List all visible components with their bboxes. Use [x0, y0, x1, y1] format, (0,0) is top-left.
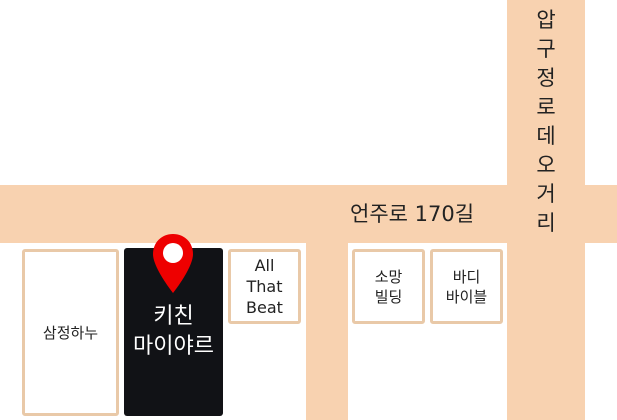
road-label-char: 압: [536, 8, 556, 32]
road-label-char: 정: [536, 66, 556, 90]
building-samjeong-hanu: 삼정하누: [22, 249, 119, 416]
building-all-that-beat: All That Beat: [228, 249, 301, 324]
road-label-apgujeong: 압 구 정 로 데 오 거 리: [528, 6, 564, 238]
building-label: 소망 빌딩: [374, 267, 403, 306]
building-label: 삼정하누: [42, 323, 99, 342]
building-somang: 소망 빌딩: [352, 249, 425, 324]
road-label-eonju: 언주로 170길: [350, 202, 475, 226]
road-side-alley: [306, 243, 348, 420]
building-body-bible: 바디 바이블: [430, 249, 503, 324]
building-label: All That Beat: [246, 256, 283, 317]
road-label-char: 로: [536, 95, 556, 119]
building-label: 바디 바이블: [445, 267, 488, 306]
road-label-char: 거: [536, 182, 556, 206]
road-label-char: 구: [536, 37, 556, 61]
location-pin-icon[interactable]: [152, 233, 194, 295]
road-label-char: 데: [536, 124, 556, 148]
building-label: 키친 마이야르: [133, 304, 214, 359]
road-label-char: 오: [536, 153, 556, 177]
road-label-char: 리: [536, 211, 556, 235]
